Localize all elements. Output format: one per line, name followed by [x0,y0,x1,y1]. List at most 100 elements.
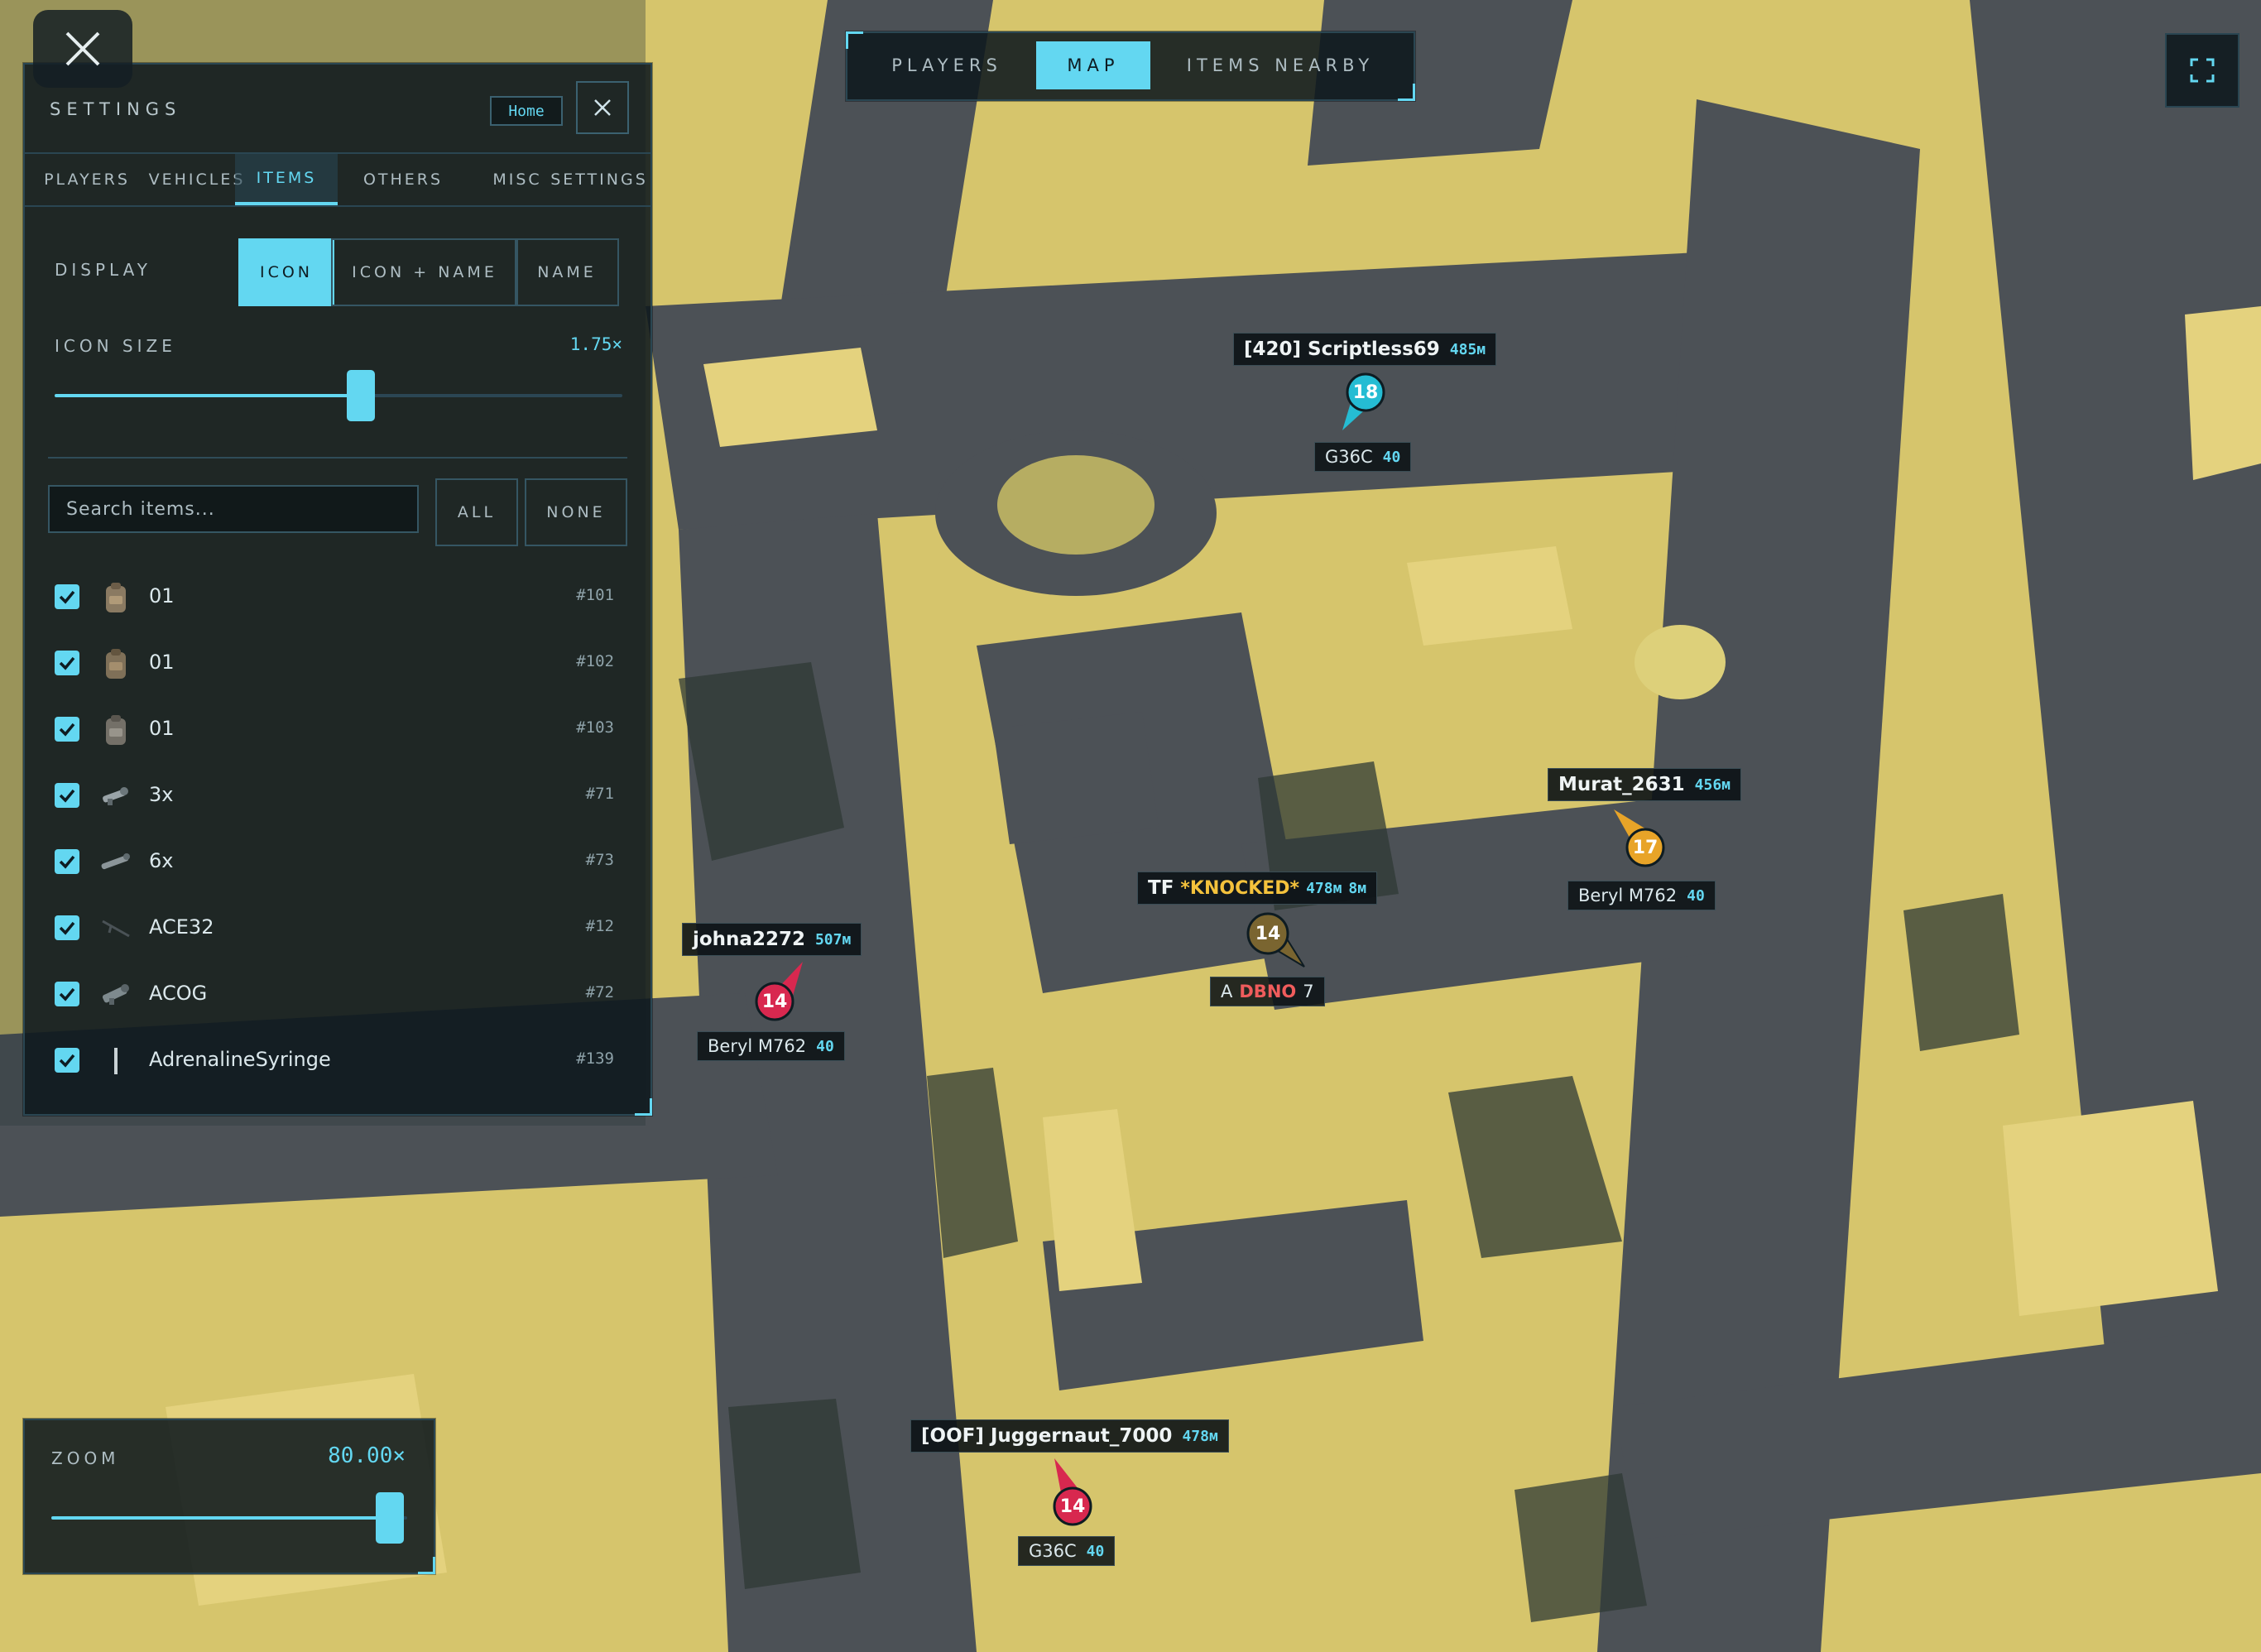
tab-others[interactable]: OTHERS [349,154,457,205]
weapon-name: G36C [1325,447,1373,467]
settings-close-button[interactable] [576,81,629,134]
weapon-tag: G36C 40 [1314,442,1412,472]
dbno-badge: DBNO [1239,982,1297,1001]
item-checkbox[interactable] [55,849,79,874]
weapon-name: Beryl M762 [1578,886,1678,905]
scope-icon [98,778,134,814]
display-name-option[interactable]: NAME [515,238,619,306]
list-item[interactable]: 6x #73 [25,829,650,896]
tab-map-view[interactable]: MAP [1036,41,1150,89]
list-item[interactable]: 01 #103 [25,697,650,763]
checkmark-icon [59,921,75,935]
checkmark-icon [59,987,75,1001]
item-name: 01 [149,717,175,740]
tab-settings[interactable]: SETTINGS [548,154,650,205]
player-label[interactable]: [420] Scriptless69 485м [1233,333,1497,366]
team-number: 14 [761,991,788,1012]
item-name: 3x [149,783,174,806]
icon-size-value: 1.75× [569,334,622,354]
list-item[interactable]: 3x #71 [25,763,650,829]
close-icon [594,99,611,116]
player-distance: 507м [814,930,852,948]
syringe-icon [98,1043,134,1079]
player-distance: 478м [1182,1427,1218,1445]
player-name: [420] Scriptless69 [1244,339,1440,360]
checkmark-icon [59,656,75,670]
weapon-tag: Beryl M762 40 [697,1031,845,1061]
ammo-count: 40 [1687,886,1705,905]
item-checkbox[interactable] [55,651,79,675]
item-name: ACOG [149,982,208,1005]
player-distance: 485м [1449,340,1486,358]
search-input[interactable] [48,485,419,533]
team-number: 14 [1059,1496,1086,1517]
panel-corner [635,1098,652,1116]
player-name: Murat_2631 [1558,774,1685,795]
item-id: #71 [585,785,614,803]
player-label[interactable]: TF *KNOCKED* 478м 8м [1137,872,1378,905]
display-icon-name-option[interactable]: ICON + NAME [331,238,518,306]
team-number: 17 [1632,837,1659,858]
item-name: ACE32 [149,915,214,939]
status-suffix: 7 [1303,982,1314,1001]
item-checkbox[interactable] [55,982,79,1006]
team-number: 14 [1255,923,1281,944]
status-prefix: A [1221,982,1233,1001]
item-checkbox[interactable] [55,1048,79,1073]
zoom-label: ZOOM [51,1448,120,1468]
tab-items-nearby-view[interactable]: ITEMS NEARBY [1159,41,1402,89]
list-item[interactable]: 01 #102 [25,631,650,697]
player-name: [OOF] Juggernaut_7000 [921,1425,1173,1447]
item-checkbox[interactable] [55,717,79,742]
knocked-status: *KNOCKED* [1180,877,1300,899]
player-distance: 478м [1306,879,1342,897]
icon-size-slider-thumb[interactable] [347,370,376,421]
zoom-slider-thumb[interactable] [375,1492,404,1544]
checkmark-icon [59,789,75,803]
item-id: #101 [576,586,614,604]
tab-players[interactable]: PLAYERS [33,154,141,205]
display-icon-option[interactable]: ICON [238,238,334,306]
player-label[interactable]: [OOF] Juggernaut_7000 478м [910,1419,1229,1453]
divider [48,457,627,459]
status-tag: A DBNO 7 [1210,977,1325,1006]
checkmark-icon [59,1054,75,1068]
fullscreen-icon [2190,58,2215,83]
tab-items[interactable]: ITEMS [235,154,338,205]
tab-players-view[interactable]: PLAYERS [859,41,1034,89]
player-label[interactable]: Murat_2631 456м [1548,768,1741,801]
select-none-button[interactable]: NONE [525,478,627,546]
view-tabs: PLAYERS MAP ITEMS NEARBY [846,31,1415,101]
scope-icon [98,977,134,1013]
settings-panel: SETTINGS Home PLAYERS VEHICLES ITEMS OTH… [23,63,652,1116]
checkmark-icon [59,723,75,737]
backpack-icon [98,712,134,748]
item-id: #102 [576,652,614,670]
icon-size-slider-fill [55,394,362,397]
item-id: #72 [585,983,614,1001]
icon-size-slider[interactable] [55,370,622,421]
weapon-tag: Beryl M762 40 [1567,881,1716,910]
player-name: johna2272 [693,929,805,950]
overlay-close-button[interactable] [33,10,132,88]
player-label[interactable]: johna2272 507м [682,923,862,956]
fullscreen-button[interactable] [2165,33,2239,108]
item-checkbox[interactable] [55,584,79,609]
list-item[interactable]: AdrenalineSyringe #139 [25,1028,650,1094]
icon-size-label: ICON SIZE [55,336,176,356]
player-name-prefix: TF [1148,877,1174,899]
scope-icon [98,844,134,881]
backpack-icon [98,579,134,616]
item-checkbox[interactable] [55,783,79,808]
select-all-button[interactable]: ALL [435,478,518,546]
player-distance-suffix: 8м [1348,879,1367,897]
rifle-icon [98,910,134,947]
panel-corner [418,1557,435,1574]
list-item[interactable]: 01 #101 [25,564,650,631]
list-item[interactable]: ACOG #72 [25,962,650,1028]
home-button[interactable]: Home [490,96,563,126]
item-checkbox[interactable] [55,915,79,940]
zoom-slider[interactable] [51,1492,407,1544]
list-item[interactable]: ACE32 #12 [25,896,650,962]
item-id: #12 [585,917,614,935]
